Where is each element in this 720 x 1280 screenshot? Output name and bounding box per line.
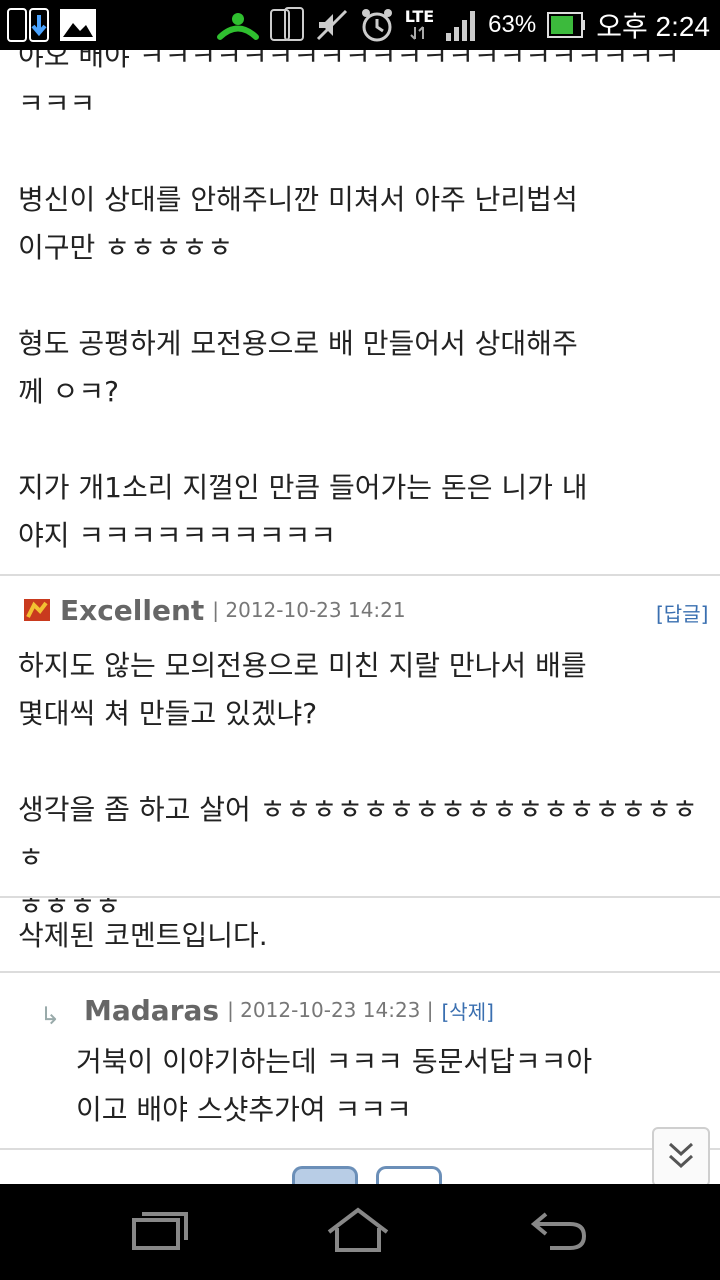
pager-button-next[interactable] xyxy=(376,1166,442,1184)
download-icon xyxy=(6,5,50,45)
divider xyxy=(0,574,720,576)
comment-text: 거북이 이야기하는데 ㅋㅋㅋ 동문서답ㅋㅋ아 이고 배야 스샷추가여 ㅋㅋㅋ xyxy=(76,1045,593,1126)
post-text: 야오 배야 ㅋㅋㅋㅋㅋㅋㅋㅋㅋㅋㅋㅋㅋㅋㅋㅋㅋㅋㅋㅋㅋ ㅋㅋㅋ 병신이 상대를 … xyxy=(18,50,680,552)
double-chevron-down-icon xyxy=(664,1138,698,1176)
comment-author[interactable]: Madaras xyxy=(84,994,219,1027)
comment-date: | 2012-10-23 14:23 | xyxy=(227,998,434,1022)
divider xyxy=(0,1148,720,1150)
home-icon xyxy=(323,1206,393,1258)
comment-author[interactable]: Excellent xyxy=(60,594,204,627)
navigation-bar xyxy=(0,1184,720,1280)
divider xyxy=(0,896,720,898)
user-badge-icon xyxy=(22,595,52,625)
signal-icon xyxy=(444,7,478,43)
recent-apps-icon xyxy=(128,1208,192,1256)
lte-indicator: LTE xyxy=(405,9,434,41)
delete-button[interactable]: [삭제] xyxy=(442,996,494,1025)
phone-icon xyxy=(269,6,305,44)
comment-header: Madaras | 2012-10-23 14:23 | [삭제] xyxy=(84,990,494,1030)
pager-button-prev[interactable] xyxy=(292,1166,358,1184)
network-type: LTE xyxy=(404,7,435,26)
battery-icon xyxy=(546,10,586,40)
home-button[interactable] xyxy=(318,1202,398,1262)
reply-arrow-icon: ↳ xyxy=(40,1002,61,1030)
comment-date: | 2012-10-23 14:21 xyxy=(212,598,406,622)
scroll-down-button[interactable] xyxy=(652,1127,710,1184)
mute-icon xyxy=(315,8,349,42)
image-icon xyxy=(58,7,98,43)
back-button[interactable] xyxy=(518,1202,598,1262)
recent-apps-button[interactable] xyxy=(120,1202,200,1262)
comment-header: Excellent | 2012-10-23 14:21 xyxy=(22,590,406,630)
comment-list[interactable]: 야오 배야 ㅋㅋㅋㅋㅋㅋㅋㅋㅋㅋㅋㅋㅋㅋㅋㅋㅋㅋㅋㅋㅋ ㅋㅋㅋ 병신이 상대를 … xyxy=(0,50,720,1184)
divider xyxy=(0,971,720,973)
deleted-comment: 삭제된 코멘트입니다. xyxy=(18,919,268,952)
clock: 오후 2:24 xyxy=(596,11,710,42)
back-icon xyxy=(526,1208,590,1256)
battery-percent: 63% xyxy=(488,11,537,38)
call-icon xyxy=(216,10,259,40)
status-bar: LTE 63% 오후 2:24 xyxy=(0,0,720,50)
reply-button[interactable]: [답글] xyxy=(656,598,708,627)
comment-text: 하지도 않는 모의전용으로 미친 지랄 만나서 배를 몇대씩 쳐 만들고 있겠냐… xyxy=(18,649,698,922)
alarm-icon xyxy=(359,7,395,43)
